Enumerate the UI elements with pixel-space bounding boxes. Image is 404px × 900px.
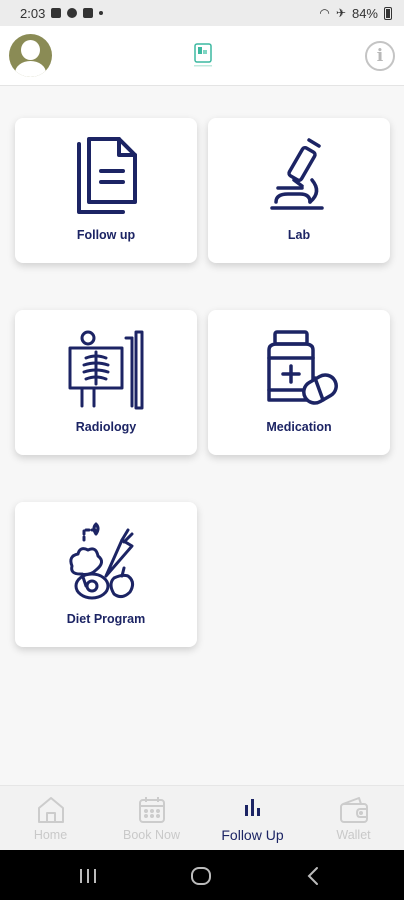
- app-logo-icon: [194, 43, 212, 67]
- nav-home-label: Home: [33, 828, 68, 842]
- bar-chart-icon: [244, 799, 260, 816]
- follow-up-card[interactable]: Follow up: [15, 118, 197, 263]
- nav-wallet-label: Wallet: [336, 828, 371, 842]
- calendar-icon: [138, 797, 165, 823]
- avatar-body-shape: [15, 61, 46, 77]
- info-button[interactable]: i: [365, 41, 395, 71]
- vegetables-icon: [69, 522, 135, 600]
- nav-home[interactable]: Home: [0, 786, 101, 850]
- nav-book-now-label: Book Now: [123, 828, 180, 842]
- medication-card[interactable]: Medication: [208, 310, 390, 455]
- user-avatar[interactable]: [9, 34, 52, 77]
- follow-up-label: Follow up: [76, 228, 136, 242]
- back-icon[interactable]: [302, 865, 326, 887]
- nav-follow-up[interactable]: Follow Up: [202, 786, 303, 850]
- documents-icon: [77, 137, 137, 214]
- nav-follow-up-label: Follow Up: [221, 827, 284, 843]
- status-time: 2:03: [20, 5, 46, 21]
- bottom-navigation: Home Book Now Follow Up Wallet: [0, 785, 404, 850]
- medicine-bottle-icon: [267, 330, 338, 405]
- diet-program-card[interactable]: Diet Program: [15, 502, 197, 647]
- status-left: 2:03: [20, 5, 104, 21]
- gallery-notification-icon: [51, 8, 62, 18]
- app-header: i: [0, 26, 404, 86]
- wifi-icon: ◠: [319, 6, 330, 20]
- home-icon: [37, 797, 64, 823]
- nav-book-now[interactable]: Book Now: [101, 786, 202, 850]
- status-right: ◠ ✈ 84%: [319, 6, 392, 21]
- system-navigation-bar: [0, 850, 404, 900]
- wallet-icon: [339, 797, 368, 823]
- lab-card[interactable]: Lab: [208, 118, 390, 263]
- xray-icon: [68, 330, 144, 410]
- shopping-notification-icon: [83, 8, 94, 18]
- more-notifications-dot-icon: [99, 11, 104, 15]
- lab-label: Lab: [287, 228, 311, 242]
- radiology-card[interactable]: Radiology: [15, 310, 197, 455]
- battery-icon: [384, 6, 392, 20]
- medication-label: Medication: [266, 420, 332, 434]
- status-bar: 2:03 ◠ ✈ 84%: [0, 0, 404, 26]
- airplane-mode-icon: ✈: [335, 6, 346, 20]
- nav-wallet[interactable]: Wallet: [303, 786, 404, 850]
- home-system-icon[interactable]: [189, 865, 213, 887]
- microscope-icon: [270, 138, 324, 210]
- account-notification-icon: [67, 8, 78, 18]
- diet-program-label: Diet Program: [66, 612, 146, 626]
- radiology-label: Radiology: [75, 420, 137, 434]
- recent-apps-icon[interactable]: [76, 865, 100, 887]
- battery-percentage: 84%: [351, 5, 378, 21]
- avatar-head-shape: [21, 40, 40, 60]
